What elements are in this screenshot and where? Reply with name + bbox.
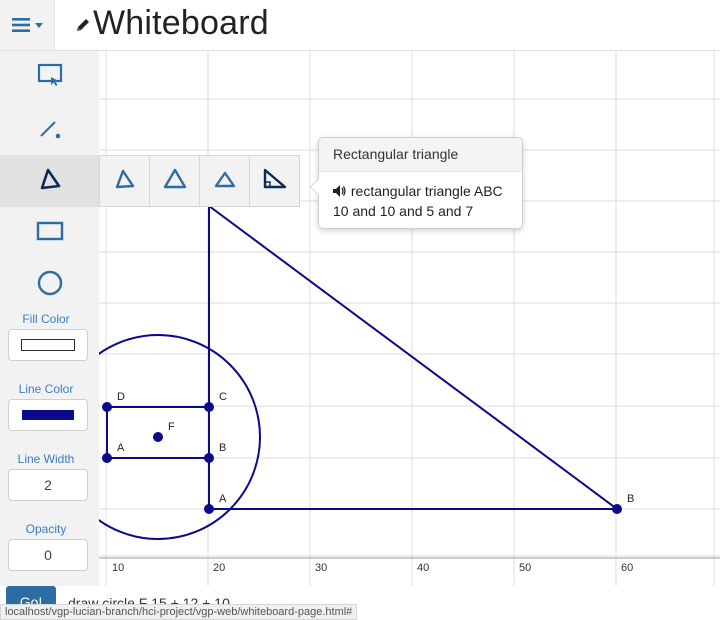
line-color-swatch bbox=[22, 410, 74, 420]
tool-sidebar: Fill Color Line Color Line Width 2 Opaci… bbox=[0, 51, 99, 586]
grid-lines bbox=[99, 51, 720, 586]
pencil-icon bbox=[75, 9, 93, 38]
triangle-icon bbox=[38, 167, 62, 196]
point-b-rect bbox=[204, 453, 214, 463]
tooltip-line-2: 10 and 10 and 5 and 7 bbox=[333, 203, 474, 219]
tooltip-line-1: rectangular triangle ABC bbox=[350, 183, 503, 199]
select-tool-button[interactable] bbox=[0, 51, 99, 103]
line-color-picker[interactable] bbox=[8, 399, 88, 431]
label-a-rect: A bbox=[117, 442, 125, 454]
right-triangle-abc bbox=[208, 204, 621, 510]
point-b-tri bbox=[612, 504, 622, 514]
select-icon bbox=[37, 63, 63, 92]
fill-color-picker[interactable] bbox=[8, 329, 88, 361]
circle-icon bbox=[36, 269, 64, 302]
right-triangle-option[interactable] bbox=[249, 155, 300, 207]
drawing-surface: D C A B F A B bbox=[99, 51, 720, 586]
opacity-input[interactable]: 0 bbox=[8, 539, 88, 571]
x-tick-label: 50 bbox=[519, 562, 532, 574]
line-tool-button[interactable] bbox=[0, 103, 99, 155]
label-c: C bbox=[219, 391, 227, 403]
tool-tooltip: Rectangular triangle rectangular triangl… bbox=[310, 137, 523, 229]
tooltip-arrow-inner bbox=[311, 179, 319, 195]
point-c bbox=[204, 402, 214, 412]
label-d: D bbox=[117, 391, 125, 403]
isosceles-triangle-icon bbox=[163, 168, 187, 195]
x-tick-label: 60 bbox=[621, 562, 634, 574]
x-tick-label: 10 bbox=[112, 562, 125, 574]
speaker-icon[interactable] bbox=[333, 183, 351, 199]
small-triangle-option[interactable] bbox=[199, 155, 250, 207]
opacity-label: Opacity bbox=[25, 522, 67, 536]
rectangle-tool-button[interactable] bbox=[0, 207, 99, 259]
caret-down-icon bbox=[34, 22, 43, 28]
point-f bbox=[153, 432, 163, 442]
right-triangle-icon bbox=[262, 168, 288, 195]
line-icon bbox=[37, 114, 63, 145]
triangle-small-icon bbox=[213, 169, 237, 194]
isosceles-triangle-option[interactable] bbox=[149, 155, 200, 207]
page-title-wrap: Whiteboard bbox=[75, 0, 269, 46]
line-color-label: Line Color bbox=[18, 382, 74, 396]
app-header: Whiteboard bbox=[0, 0, 720, 51]
triangle-options-flyout bbox=[99, 155, 300, 207]
whiteboard-canvas[interactable]: D C A B F A B 10 20 30 40 50 60 bbox=[99, 51, 720, 586]
tooltip-title: Rectangular triangle bbox=[319, 138, 522, 172]
page-title: Whiteboard bbox=[93, 3, 269, 42]
status-url: localhost/vgp-lucian-branch/hci-project/… bbox=[0, 604, 358, 620]
x-tick-label: 40 bbox=[417, 562, 430, 574]
line-width-label: Line Width bbox=[17, 452, 75, 466]
point-a-rect bbox=[102, 453, 112, 463]
label-f: F bbox=[168, 421, 175, 433]
circle-tool-button[interactable] bbox=[0, 259, 99, 311]
equilateral-triangle-icon bbox=[114, 168, 136, 195]
rectangle-icon bbox=[36, 220, 64, 247]
line-width-input[interactable]: 2 bbox=[8, 469, 88, 501]
tooltip-body: rectangular triangle ABC 10 and 10 and 5… bbox=[319, 172, 522, 221]
point-d bbox=[102, 402, 112, 412]
point-a-tri bbox=[204, 504, 214, 514]
label-b-rect: B bbox=[219, 442, 226, 454]
fill-color-label: Fill Color bbox=[22, 312, 70, 326]
hamburger-icon bbox=[11, 18, 30, 32]
label-b-tri: B bbox=[627, 493, 634, 505]
equilateral-triangle-option[interactable] bbox=[99, 155, 150, 207]
label-a-tri: A bbox=[219, 493, 227, 505]
triangle-tool-button[interactable] bbox=[0, 155, 99, 207]
x-tick-label: 30 bbox=[315, 562, 328, 574]
x-tick-label: 20 bbox=[213, 562, 226, 574]
menu-button[interactable] bbox=[0, 0, 55, 50]
fill-color-swatch bbox=[21, 339, 75, 351]
